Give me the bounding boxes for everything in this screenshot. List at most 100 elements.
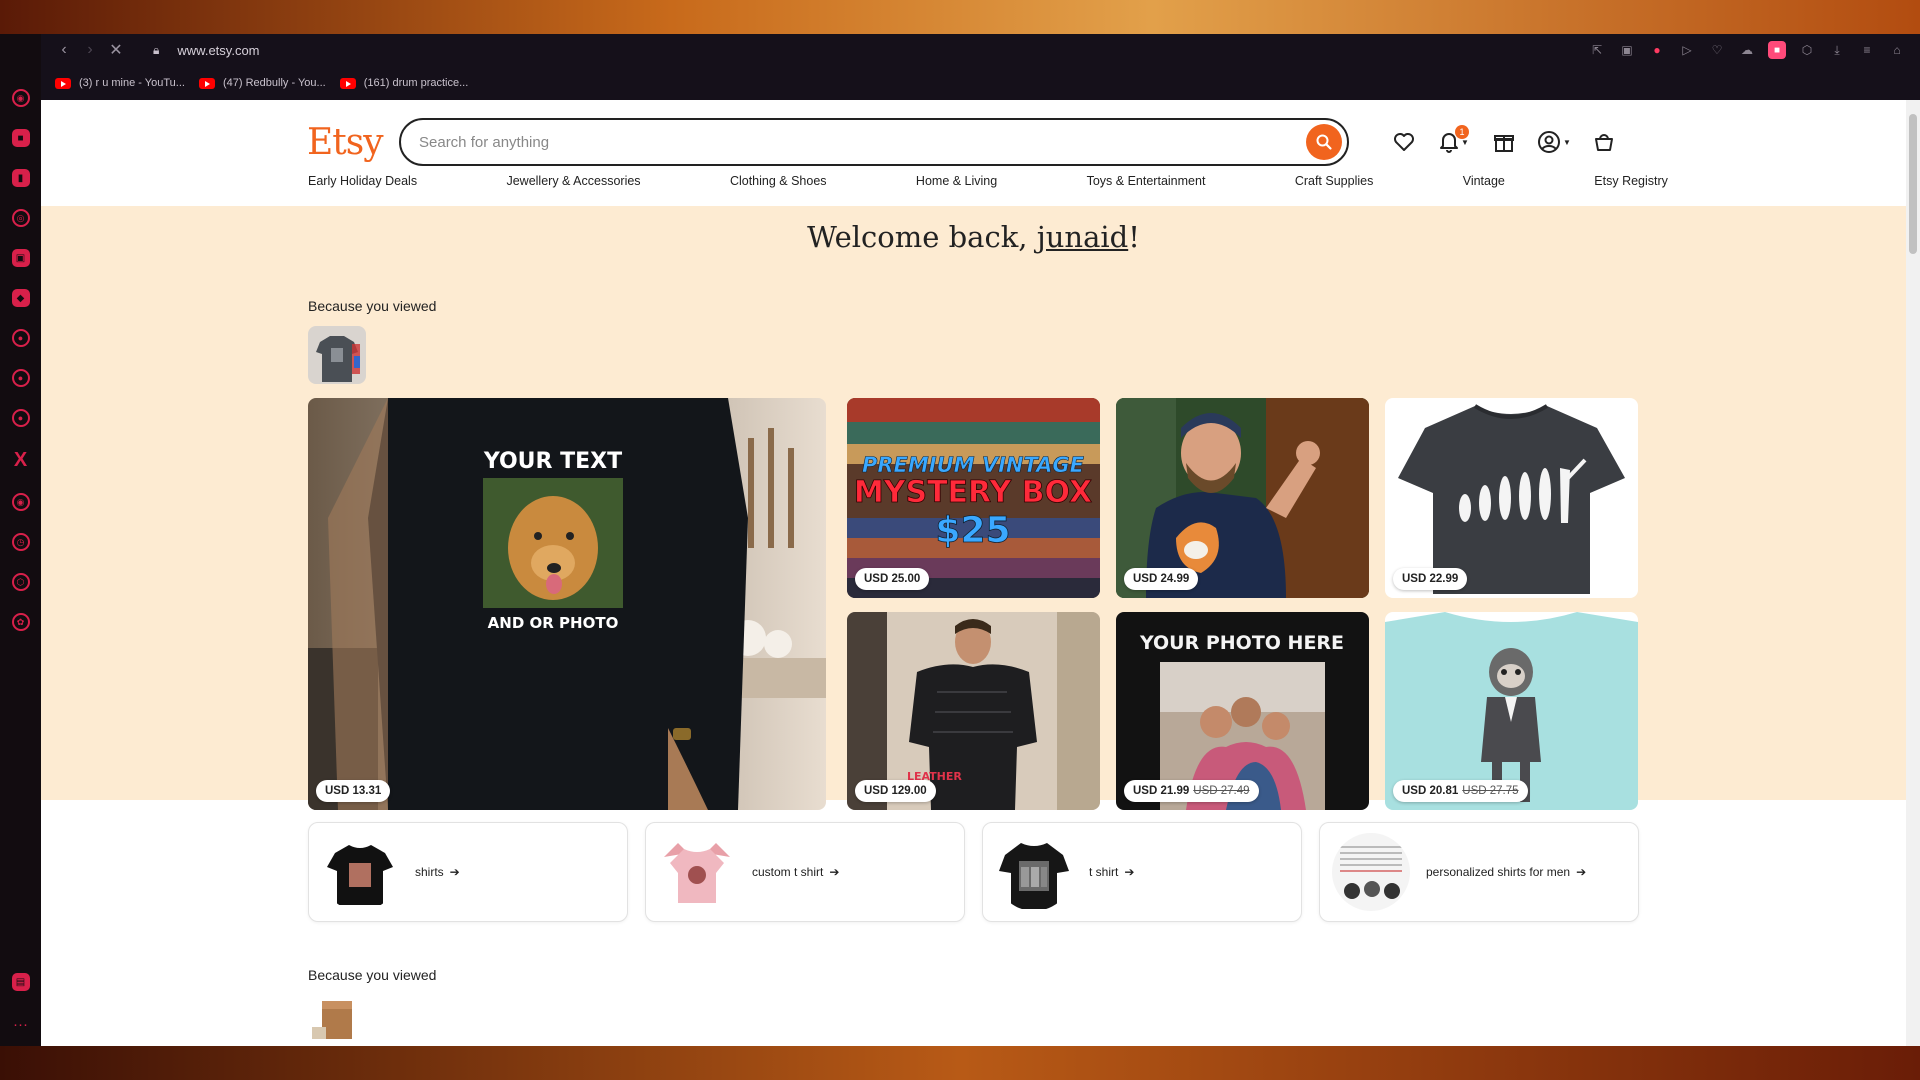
sidebar-toggle-icon[interactable]: ▤ <box>11 973 30 991</box>
nav-clothing-shoes[interactable]: Clothing & Shoes <box>730 174 827 196</box>
user-avatar-icon <box>1538 131 1561 153</box>
cube-icon[interactable]: ⬡ <box>1798 41 1816 59</box>
download-icon[interactable]: ⤓ <box>1828 41 1846 59</box>
history-icon[interactable]: ◷ <box>11 533 30 551</box>
product-card[interactable]: USD 22.99 <box>1385 398 1638 598</box>
bag-icon[interactable]: ■ <box>11 129 30 147</box>
youtube-icon <box>55 77 71 89</box>
chat-icon[interactable]: ● <box>11 329 30 347</box>
chevron-down-icon: ▼ <box>1563 137 1571 147</box>
etsy-logo[interactable]: Etsy <box>307 122 399 163</box>
gift-icon <box>1494 135 1514 152</box>
whatsapp-icon[interactable]: ● <box>11 369 30 387</box>
search-bar <box>399 118 1349 166</box>
product-card[interactable]: YOUR PHOTO HERE USD 21.99 USD 27.49 <box>1116 612 1369 810</box>
product-card[interactable]: USD 24.99 <box>1116 398 1369 598</box>
product-image-text: MYSTERY BOX <box>854 475 1092 510</box>
nav-toys-entertainment[interactable]: Toys & Entertainment <box>1087 174 1206 196</box>
nav-jewellery-accessories[interactable]: Jewellery & Accessories <box>506 174 640 196</box>
stop-loading-icon[interactable]: ✕ <box>103 40 129 60</box>
cloud-icon[interactable]: ☁ <box>1738 41 1756 59</box>
account-button[interactable]: ▼ <box>1529 122 1579 162</box>
viewed-item-thumbnail[interactable] <box>308 326 366 384</box>
speed-dial-icon[interactable]: ◉ <box>11 89 30 107</box>
page-scrollbar[interactable] <box>1906 100 1920 1046</box>
bookmark-item[interactable]: (47) Redbully - You... <box>198 77 326 89</box>
nav-early-holiday-deals[interactable]: Early Holiday Deals <box>308 174 417 196</box>
viewed-item-thumbnail[interactable] <box>308 993 362 1043</box>
product-card[interactable]: YOUR TEXT AND OR PHOTO USD 13.31 <box>308 398 826 810</box>
related-search-personalized-shirts[interactable]: personalized shirts for men ➔ <box>1319 822 1639 922</box>
product-card[interactable]: PREMIUM VINTAGE MYSTERY BOX $25 USD 25.0… <box>847 398 1100 598</box>
product-image-text: YOUR TEXT <box>483 449 622 474</box>
bookmarks-bar: (3) r u mine - YouTu... (47) Redbully - … <box>41 66 1920 100</box>
product-image-text: PREMIUM VINTAGE <box>862 453 1085 477</box>
forward-icon[interactable]: › <box>77 41 103 59</box>
arrow-right-icon: ➔ <box>449 865 460 879</box>
cart-icon <box>1595 134 1613 151</box>
settings-icon[interactable]: ✿ <box>11 613 30 631</box>
section-label: Because you viewed <box>308 298 437 314</box>
extension-icon[interactable]: ■ <box>1768 41 1786 59</box>
search-icon <box>1316 134 1332 150</box>
notifications-button[interactable]: 1 ▼ <box>1429 122 1479 162</box>
price-badge: USD 129.00 <box>855 780 936 802</box>
etsy-header: Etsy 1 ▼ <box>307 112 1677 172</box>
messenger-icon[interactable]: ◆ <box>11 289 30 307</box>
product-card[interactable]: USD 20.81 USD 27.75 <box>1385 612 1638 810</box>
viewed-item-image <box>308 326 366 384</box>
camera-icon[interactable]: ▣ <box>1618 41 1636 59</box>
app-icon[interactable]: ▣ <box>11 249 30 267</box>
price-badge: USD 21.99 USD 27.49 <box>1124 780 1259 802</box>
address-bar[interactable]: www.etsy.com <box>177 43 259 58</box>
cart-button[interactable] <box>1579 122 1629 162</box>
favorites-button[interactable] <box>1379 122 1429 162</box>
extensions-icon[interactable]: ⬡ <box>11 573 30 591</box>
related-search-t-shirt[interactable]: t shirt ➔ <box>982 822 1302 922</box>
desktop-top-glow <box>0 0 1920 34</box>
send-icon[interactable]: ▷ <box>1678 41 1696 59</box>
vpn-icon[interactable]: ◉ <box>11 493 30 511</box>
back-icon[interactable]: ‹ <box>51 41 77 59</box>
nav-etsy-registry[interactable]: Etsy Registry <box>1594 174 1668 196</box>
instagram-icon[interactable]: ◎ <box>11 209 30 227</box>
notification-badge: 1 <box>1455 125 1469 139</box>
price-badge: USD 25.00 <box>855 568 930 590</box>
scrollbar-thumb[interactable] <box>1909 114 1917 254</box>
gift-button[interactable] <box>1479 122 1529 162</box>
bookmark-item[interactable]: (161) drum practice... <box>339 77 468 89</box>
username-link[interactable]: junaid <box>1037 220 1128 254</box>
desktop-bottom-glow <box>0 1046 1920 1080</box>
original-price: USD 27.75 <box>1462 785 1519 797</box>
heart-icon[interactable]: ♡ <box>1708 41 1726 59</box>
arrow-right-icon: ➔ <box>829 865 840 879</box>
music-icon[interactable]: ● <box>11 409 30 427</box>
related-search-shirts[interactable]: shirts ➔ <box>308 822 628 922</box>
related-search-custom-t-shirt[interactable]: custom t shirt ➔ <box>645 822 965 922</box>
record-icon[interactable]: ● <box>1648 41 1666 59</box>
search-button[interactable] <box>1306 124 1342 160</box>
share-icon[interactable]: ⇱ <box>1588 41 1606 59</box>
related-search-image <box>1332 833 1410 911</box>
welcome-heading: Welcome back, junaid! <box>807 220 1140 254</box>
search-input[interactable] <box>419 133 1306 151</box>
heart-icon <box>1394 133 1414 151</box>
lock-icon: 🔒︎ <box>153 42 160 57</box>
product-card[interactable]: LEATHER USD 129.00 <box>847 612 1100 810</box>
nav-craft-supplies[interactable]: Craft Supplies <box>1295 174 1374 196</box>
profile-icon[interactable]: ⌂ <box>1888 41 1906 59</box>
twitch-icon[interactable]: ▮ <box>11 169 30 187</box>
more-icon[interactable]: ··· <box>10 1013 32 1035</box>
product-image-text: $25 <box>935 510 1010 551</box>
arrow-right-icon: ➔ <box>1124 865 1135 879</box>
header-actions: 1 ▼ ▼ <box>1379 122 1629 162</box>
nav-home-living[interactable]: Home & Living <box>916 174 997 196</box>
product-image-text: AND OR PHOTO <box>488 614 619 632</box>
bookmark-item[interactable]: (3) r u mine - YouTu... <box>55 77 185 89</box>
category-nav: Early Holiday Deals Jewellery & Accessor… <box>308 174 1668 196</box>
menu-icon[interactable]: ≡ <box>1858 41 1876 59</box>
section-label: Because you viewed <box>308 967 437 983</box>
nav-vintage[interactable]: Vintage <box>1463 174 1505 196</box>
x-twitter-icon[interactable]: X <box>10 449 32 471</box>
original-price: USD 27.49 <box>1193 785 1250 797</box>
